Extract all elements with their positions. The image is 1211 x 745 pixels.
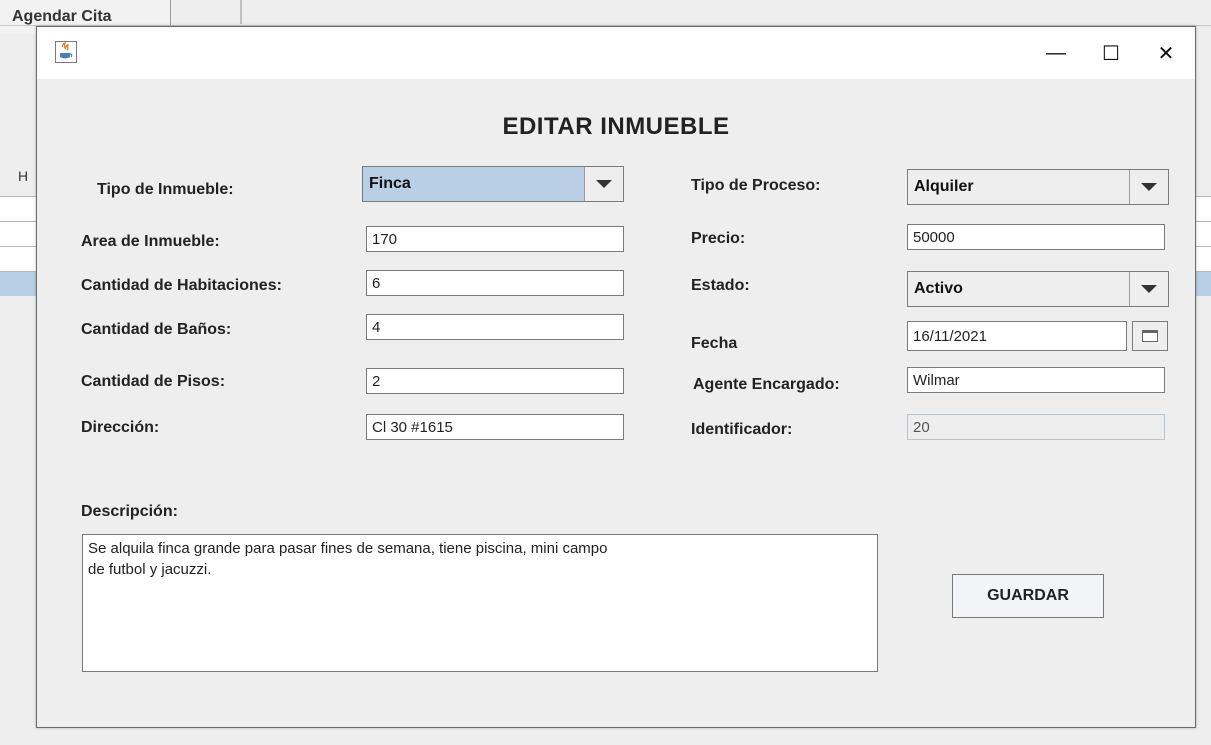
calendar-icon: [1142, 330, 1158, 342]
area-inmueble-field[interactable]: [366, 226, 624, 252]
background-table-row[interactable]: [0, 196, 40, 221]
agente-encargado-field[interactable]: [907, 367, 1165, 393]
precio-field[interactable]: [907, 224, 1165, 250]
estado-label: Estado:: [691, 277, 750, 294]
minimize-button[interactable]: —: [1034, 27, 1078, 79]
cantidad-pisos-label: Cantidad de Pisos:: [81, 373, 226, 390]
fecha-label: Fecha: [691, 335, 738, 352]
tipo-proceso-value: Alquiler: [914, 178, 974, 195]
cantidad-banos-field[interactable]: [366, 314, 624, 340]
background-selected-table-row[interactable]: [0, 271, 40, 296]
estado-value: Activo: [914, 280, 963, 297]
direccion-label: Dirección:: [81, 419, 160, 436]
tipo-inmueble-label: Tipo de Inmueble:: [97, 181, 234, 198]
fecha-field[interactable]: [907, 321, 1127, 351]
descripcion-textarea[interactable]: Se alquila finca grande para pasar fines…: [82, 534, 878, 672]
triangle-down-icon[interactable]: [1129, 170, 1168, 204]
tipo-inmueble-combobox[interactable]: Finca: [362, 166, 624, 202]
dialog-titlebar[interactable]: — ☐ ✕: [37, 27, 1195, 79]
close-button[interactable]: ✕: [1144, 27, 1188, 79]
identificador-field: [907, 414, 1165, 440]
cantidad-pisos-field[interactable]: [366, 368, 624, 394]
guardar-button[interactable]: GUARDAR: [952, 574, 1104, 618]
dialog-title: EDITAR INMUEBLE: [502, 113, 730, 140]
estado-combobox[interactable]: Activo: [907, 271, 1169, 307]
background-table-row[interactable]: [0, 246, 40, 271]
cantidad-habitaciones-label: Cantidad de Habitaciones:: [81, 277, 282, 294]
agente-encargado-label: Agente Encargado:: [693, 376, 840, 393]
cantidad-habitaciones-field[interactable]: [366, 270, 624, 296]
tipo-inmueble-value: Finca: [369, 175, 411, 192]
identificador-label: Identificador:: [691, 421, 793, 438]
area-inmueble-label: Area de Inmueble:: [81, 233, 220, 250]
calendar-button[interactable]: [1132, 321, 1168, 351]
cantidad-banos-label: Cantidad de Baños:: [81, 321, 232, 338]
background-tab-label: Agendar Cita: [12, 8, 112, 25]
direccion-field[interactable]: [366, 414, 624, 440]
background-tab-divider: [240, 0, 242, 24]
java-app-icon: [55, 41, 77, 63]
edit-property-dialog: — ☐ ✕ EDITAR INMUEBLE Tipo de Inmueble: …: [36, 26, 1196, 728]
triangle-down-icon[interactable]: [1129, 272, 1168, 306]
triangle-down-icon[interactable]: [584, 167, 623, 201]
maximize-button[interactable]: ☐: [1089, 27, 1133, 79]
tipo-proceso-label: Tipo de Proceso:: [691, 177, 821, 194]
tipo-proceso-combobox[interactable]: Alquiler: [907, 169, 1169, 205]
precio-label: Precio:: [691, 230, 746, 247]
descripcion-label: Descripción:: [81, 503, 178, 520]
background-table-row[interactable]: [0, 221, 40, 246]
